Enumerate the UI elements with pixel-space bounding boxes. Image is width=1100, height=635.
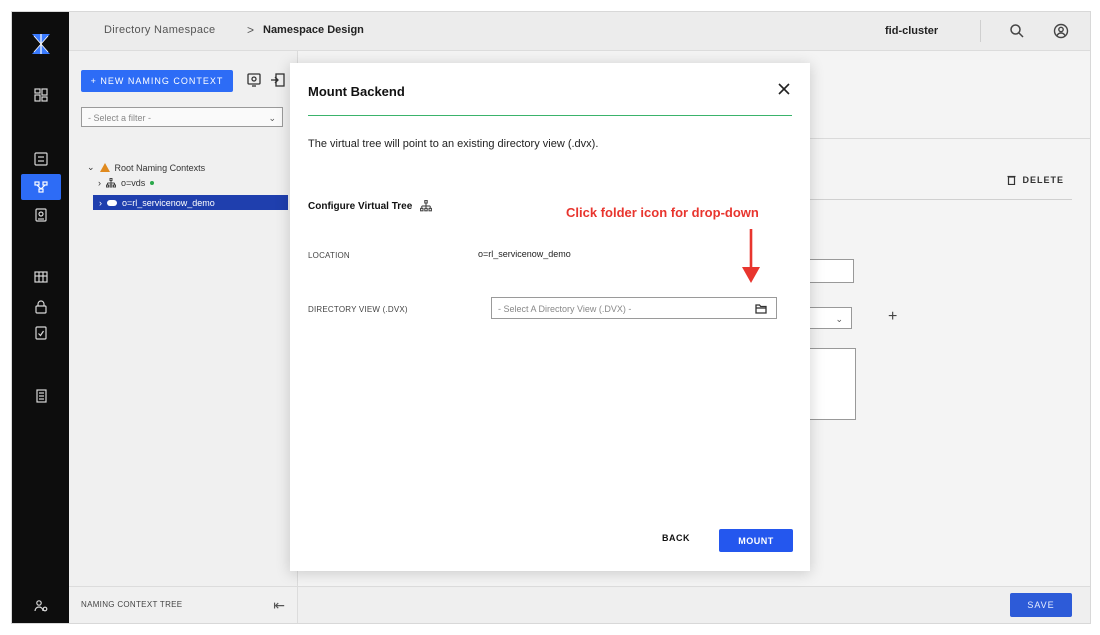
dashboard-icon[interactable] (30, 84, 52, 106)
back-button[interactable]: BACK (662, 533, 690, 543)
delete-label: DELETE (1022, 175, 1064, 185)
naming-context-panel: + NEW NAMING CONTEXT - Select a filter -… (69, 51, 298, 623)
save-button[interactable]: SAVE (1010, 593, 1072, 617)
app-logo-icon (32, 34, 50, 54)
annotation-arrow-icon (742, 229, 760, 283)
chevron-down-icon[interactable]: ⌄ (87, 162, 95, 173)
import-icon[interactable] (270, 72, 286, 88)
screen-icon[interactable] (246, 72, 262, 88)
hierarchy-icon (420, 200, 433, 212)
tree-node-label: Root Naming Contexts (114, 162, 206, 173)
app-window: Directory Namespace > Namespace Design f… (12, 12, 1090, 623)
schema-icon[interactable] (30, 148, 52, 170)
naming-context-tree-label: NAMING CONTEXT TREE (81, 600, 183, 609)
dialog-divider (308, 115, 792, 116)
delete-button[interactable]: DELETE (1007, 175, 1064, 185)
annotation-text: Click folder icon for drop-down (566, 205, 759, 220)
add-icon[interactable]: + (888, 308, 897, 326)
section-title: Configure Virtual Tree (308, 200, 413, 212)
location-label: LOCATION (308, 251, 350, 260)
nav-rail (12, 12, 69, 623)
content-footer: SAVE (298, 586, 1090, 623)
filter-select[interactable]: - Select a filter - ⌄ (81, 107, 283, 127)
log-list-icon[interactable] (30, 385, 52, 407)
cluster-name: fid-cluster (885, 25, 939, 37)
location-value: o=rl_servicenow_demo (478, 249, 571, 259)
directory-browser-icon[interactable] (30, 204, 52, 226)
configure-virtual-tree-heading: Configure Virtual Tree (308, 200, 433, 212)
collapse-panel-icon[interactable]: ⇤ (273, 597, 285, 614)
folder-icon[interactable] (755, 303, 767, 314)
user-account-icon[interactable] (1053, 23, 1069, 39)
hierarchy-icon (106, 178, 116, 188)
users-settings-icon[interactable] (30, 595, 52, 617)
chevron-down-icon: ⌄ (835, 314, 843, 324)
tree-node-root[interactable]: ⌄ Root Naming Contexts (87, 162, 205, 173)
status-online-icon (150, 181, 155, 185)
table-icon[interactable] (30, 266, 52, 288)
directory-view-placeholder: - Select A Directory View (.DVX) - (498, 304, 632, 314)
tree-node-label: o=vds (121, 178, 146, 188)
directory-view-select[interactable]: - Select A Directory View (.DVX) - (491, 297, 777, 319)
mount-backend-dialog: Mount Backend The virtual tree will poin… (290, 63, 810, 571)
close-icon[interactable] (776, 81, 792, 97)
breadcrumb-separator: > (247, 23, 255, 37)
filter-placeholder: - Select a filter - (88, 113, 152, 123)
tree-panel-footer: NAMING CONTEXT TREE ⇤ (69, 586, 297, 623)
breadcrumb-root[interactable]: Directory Namespace (104, 24, 215, 36)
document-check-icon[interactable] (30, 322, 52, 344)
breadcrumb-current: Namespace Design (263, 24, 364, 36)
dialog-title: Mount Backend (308, 84, 405, 99)
top-bar: Directory Namespace > Namespace Design f… (69, 12, 1090, 51)
chevron-down-icon: ⌄ (268, 113, 276, 123)
tree-node-label: o=rl_servicenow_demo (122, 197, 215, 208)
new-naming-context-button[interactable]: + NEW NAMING CONTEXT (81, 70, 233, 92)
namespace-design-icon[interactable] (21, 174, 61, 200)
lock-icon[interactable] (30, 296, 52, 318)
directory-view-label: DIRECTORY VIEW (.DVX) (308, 305, 408, 314)
tree-node-servicenow-selected[interactable]: › o=rl_servicenow_demo (93, 195, 288, 210)
warning-icon (99, 163, 110, 172)
topbar-divider (980, 20, 981, 42)
dialog-description: The virtual tree will point to an existi… (308, 138, 599, 150)
chevron-right-icon[interactable]: › (98, 178, 101, 188)
search-icon[interactable] (1009, 23, 1025, 39)
mount-button[interactable]: MOUNT (719, 529, 793, 552)
chevron-right-icon[interactable]: › (99, 198, 102, 208)
tree-node-vds[interactable]: › o=vds (98, 178, 155, 188)
trash-icon (1007, 175, 1016, 185)
database-icon (107, 199, 117, 206)
content-divider (798, 199, 1072, 200)
